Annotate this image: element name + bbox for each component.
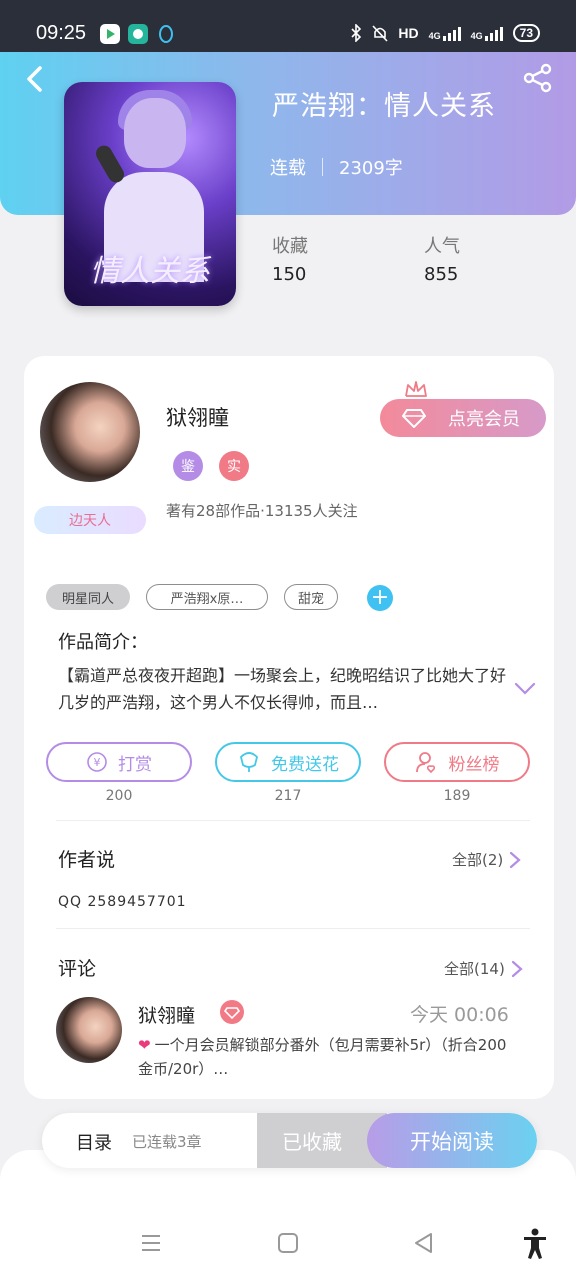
accessibility-icon[interactable] — [522, 1228, 548, 1260]
status-bar: 09:25 HD 4G 4G 73 — [0, 0, 576, 52]
commenter-name[interactable]: 狱翎瞳 — [138, 1001, 195, 1028]
commenter-avatar[interactable] — [56, 997, 122, 1063]
fan-ranking-button[interactable]: 粉丝榜 — [384, 742, 530, 782]
fan-count: 189 — [443, 788, 471, 804]
status-icons: HD 4G 4G 73 — [350, 24, 540, 42]
meta-divider — [322, 158, 323, 176]
system-navbar — [0, 1210, 576, 1280]
toc-status: 已连载3章 — [132, 1133, 202, 1151]
author-avatar[interactable] — [40, 382, 140, 482]
yuan-coin-icon: ¥ — [87, 752, 107, 772]
svg-text:¥: ¥ — [94, 756, 101, 769]
diamond-icon — [402, 409, 426, 428]
intro-title: 作品简介： — [58, 632, 148, 653]
tip-count: 200 — [105, 788, 133, 804]
divider — [56, 928, 530, 929]
signal-icon-2: 4G — [471, 25, 503, 41]
comment-time: 今天 00:06 — [410, 1004, 509, 1026]
menu-icon[interactable] — [140, 1232, 162, 1254]
favorites-label: 收藏 — [272, 236, 308, 257]
tag-celebrity-fanfic[interactable]: 明星同人 — [46, 584, 130, 610]
chevron-down-icon[interactable] — [514, 682, 536, 696]
start-reading-button[interactable]: 开始阅读 — [367, 1113, 537, 1168]
add-tag-button[interactable]: + — [367, 585, 393, 611]
favorites-value: 150 — [272, 264, 307, 285]
battery-icon: 73 — [512, 24, 540, 42]
chevron-right-icon — [511, 960, 523, 977]
chat-app-icon — [128, 24, 148, 44]
qq-penguin-icon — [156, 24, 176, 44]
vip-button-label: 点亮会员 — [448, 409, 520, 430]
cover-title: 情人关系 — [90, 254, 210, 289]
back-arrow-icon[interactable] — [22, 64, 48, 94]
book-title: 严浩翔：情人关系 — [272, 91, 496, 122]
fan-ranking-label: 粉丝榜 — [448, 754, 500, 775]
tag-pairing[interactable]: 严浩翔x原… — [146, 584, 268, 610]
book-meta: 连载 2309字 — [270, 154, 403, 180]
crown-icon — [405, 381, 427, 397]
divider — [56, 820, 530, 821]
real-name-badge: 实 — [219, 451, 249, 481]
toc-button[interactable]: 目录 — [76, 1129, 112, 1155]
tag-sweet[interactable]: 甜宠 — [284, 584, 338, 610]
fan-user-icon — [415, 752, 435, 774]
back-triangle-icon[interactable] — [413, 1232, 435, 1254]
author-stats: 著有28部作品·13135人关注 — [166, 502, 358, 520]
signal-icon: 4G — [429, 25, 461, 41]
popularity-value: 855 — [424, 264, 459, 285]
network-label: HD — [398, 25, 419, 41]
comments-all-label: 全部(14) — [444, 960, 505, 978]
verified-badge: 鉴 — [173, 451, 203, 481]
author-says-all-label: 全部(2) — [452, 851, 504, 869]
serial-status: 连载 — [270, 158, 306, 179]
send-flower-label: 免费送花 — [271, 754, 339, 775]
chevron-right-icon — [510, 851, 521, 868]
comment-text: ❤ 一个月会员解锁部分番外（包月需要补5r）（折合200金币/20r）… — [138, 1036, 507, 1078]
author-says-all-link[interactable]: 全部(2) — [452, 849, 521, 870]
mute-icon — [372, 25, 388, 42]
book-cover[interactable]: 情人关系 — [64, 82, 236, 306]
commenter-vip-badge — [220, 1000, 244, 1024]
vip-button[interactable]: 点亮会员 — [380, 399, 546, 437]
author-says-content: QQ 2589457701 — [58, 894, 187, 910]
flower-icon — [240, 752, 258, 772]
comments-title: 评论 — [58, 958, 97, 980]
bluetooth-icon — [351, 24, 362, 42]
home-icon[interactable] — [277, 1232, 299, 1254]
popularity-label: 人气 — [424, 236, 460, 257]
intro-text: 【霸道严总夜夜开超跑】一场聚会上，纪晚昭结识了比她大了好几岁的严浩翔，这个男人不… — [58, 666, 507, 712]
author-name[interactable]: 狱翎瞳 — [166, 402, 229, 432]
comments-all-link[interactable]: 全部(14) — [444, 958, 523, 979]
video-app-icon — [100, 24, 120, 44]
share-icon[interactable] — [522, 62, 554, 94]
flower-count: 217 — [274, 788, 302, 804]
send-flower-button[interactable]: 免费送花 — [215, 742, 361, 782]
status-time: 09:25 — [36, 22, 87, 44]
word-count: 2309字 — [339, 158, 403, 179]
author-says-title: 作者说 — [58, 849, 116, 871]
tip-button[interactable]: ¥ 打赏 — [46, 742, 192, 782]
heart-icon: ❤ — [138, 1036, 151, 1054]
fan-level-tag: 边天人 — [34, 506, 146, 534]
reading-action-bar: 目录 已连载3章 已收藏 开始阅读 — [42, 1113, 537, 1168]
tip-label: 打赏 — [118, 754, 152, 775]
